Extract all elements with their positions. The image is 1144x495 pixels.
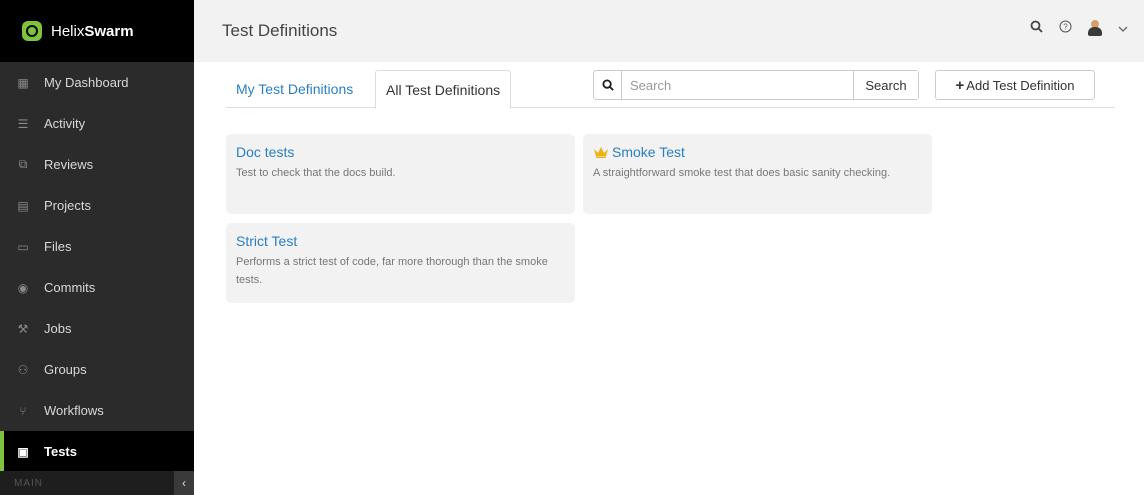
help-icon[interactable]: ? bbox=[1059, 20, 1072, 36]
search-icon[interactable] bbox=[1030, 20, 1043, 36]
tab-my-test-definitions[interactable]: My Test Definitions bbox=[226, 70, 363, 108]
card-title-row[interactable]: Smoke Test bbox=[593, 144, 922, 160]
sidebar-item-commits[interactable]: ◉ Commits bbox=[0, 267, 194, 308]
clipboard-icon: ▣ bbox=[17, 444, 29, 459]
sidebar-item-label: Groups bbox=[44, 362, 87, 377]
sidebar-item-label: My Dashboard bbox=[44, 75, 129, 90]
svg-text:?: ? bbox=[1063, 23, 1068, 32]
activity-icon: ☰ bbox=[17, 116, 29, 131]
test-definition-card[interactable]: Smoke Test A straightforward smoke test … bbox=[583, 134, 932, 214]
header-actions: ? bbox=[1030, 20, 1144, 36]
sidebar-nav: ▦ My Dashboard ☰ Activity ⧉ Reviews ▤ Projec… bbox=[0, 62, 194, 472]
collapse-sidebar-button[interactable]: ‹ bbox=[174, 471, 194, 495]
search-icon bbox=[594, 71, 622, 99]
sidebar-item-label: Files bbox=[44, 239, 72, 254]
sidebar-item-label: Jobs bbox=[44, 321, 72, 336]
card-title[interactable]: Strict Test bbox=[236, 233, 565, 249]
sidebar-item-label: Workflows bbox=[44, 403, 104, 418]
test-definition-card[interactable]: Doc tests Test to check that the docs bu… bbox=[226, 134, 575, 214]
search-box: Search bbox=[593, 70, 919, 100]
sidebar-item-projects[interactable]: ▤ Projects bbox=[0, 185, 194, 226]
folder-icon: ▭ bbox=[17, 239, 29, 254]
crown-icon bbox=[594, 147, 608, 158]
workflow-icon: ⑂ bbox=[19, 403, 27, 418]
projects-icon: ▤ bbox=[17, 198, 29, 213]
search-input[interactable] bbox=[622, 71, 853, 99]
card-title[interactable]: Doc tests bbox=[236, 144, 565, 160]
search-button[interactable]: Search bbox=[853, 71, 918, 99]
sidebar-section-label: MAIN bbox=[14, 477, 43, 489]
helix-swarm-logo-icon bbox=[22, 21, 42, 41]
test-definition-card[interactable]: Strict Test Performs a strict test of co… bbox=[226, 223, 575, 303]
chevron-down-icon[interactable] bbox=[1118, 21, 1128, 36]
sidebar-item-workflows[interactable]: ⑂ Workflows bbox=[0, 390, 194, 431]
plus-icon: + bbox=[955, 76, 965, 94]
sidebar-footer: MAIN ‹ bbox=[0, 471, 194, 495]
add-test-definition-button[interactable]: + Add Test Definition bbox=[935, 70, 1095, 100]
header: Test Definitions ? bbox=[194, 0, 1144, 62]
sidebar-item-label: Activity bbox=[44, 116, 86, 131]
add-button-label: Add Test Definition bbox=[966, 77, 1075, 93]
sidebar-item-label: Tests bbox=[44, 444, 77, 459]
sidebar-item-files[interactable]: ▭ Files bbox=[0, 226, 194, 267]
commit-icon: ◉ bbox=[17, 280, 29, 295]
sidebar-item-label: Reviews bbox=[44, 157, 94, 172]
groups-icon: ⚇ bbox=[17, 362, 29, 377]
reviews-icon: ⧉ bbox=[18, 157, 28, 171]
logo-bar[interactable]: HelixSwarm bbox=[0, 0, 194, 62]
sidebar-item-tests[interactable]: ▣ Tests bbox=[0, 431, 194, 472]
card-title[interactable]: Smoke Test bbox=[612, 144, 685, 160]
card-description: A straightforward smoke test that does b… bbox=[593, 167, 891, 179]
sidebar-item-reviews[interactable]: ⧉ Reviews bbox=[0, 144, 194, 185]
wrench-icon: ⚒ bbox=[17, 321, 29, 336]
app-brand: HelixSwarm bbox=[51, 22, 134, 40]
card-description: Test to check that the docs build. bbox=[236, 167, 396, 179]
tab-all-test-definitions[interactable]: All Test Definitions bbox=[375, 70, 512, 109]
sidebar-item-my-dashboard[interactable]: ▦ My Dashboard bbox=[0, 62, 194, 103]
sidebar-item-label: Commits bbox=[44, 280, 96, 295]
avatar[interactable] bbox=[1088, 20, 1102, 36]
dashboard-icon: ▦ bbox=[17, 75, 29, 90]
page-title: Test Definitions bbox=[222, 21, 338, 40]
sidebar-item-label: Projects bbox=[44, 198, 91, 213]
sidebar-item-activity[interactable]: ☰ Activity bbox=[0, 103, 194, 144]
sidebar-item-groups[interactable]: ⚇ Groups bbox=[0, 349, 194, 390]
sidebar-item-jobs[interactable]: ⚒ Jobs bbox=[0, 308, 194, 349]
chevron-left-icon: ‹ bbox=[182, 476, 186, 490]
sidebar: HelixSwarm ▦ My Dashboard ☰ Activity ⧉ Revi… bbox=[0, 0, 194, 495]
card-description: Performs a strict test of code, far more… bbox=[236, 256, 548, 286]
